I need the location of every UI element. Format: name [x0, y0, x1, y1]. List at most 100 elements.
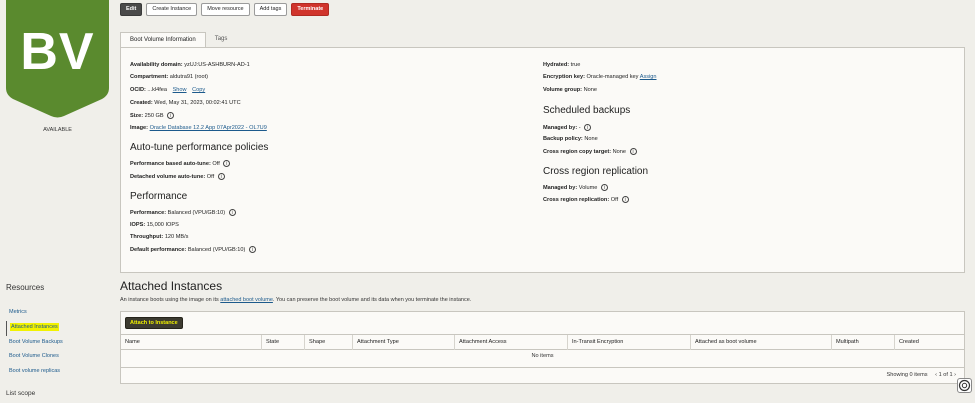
column-header-shape[interactable]: Shape	[304, 335, 352, 350]
field-label: Performance:	[130, 209, 167, 216]
field-label: Volume group:	[543, 87, 583, 93]
attach-to-instance-button[interactable]: Attach to Instance	[125, 317, 183, 329]
description-text: An instance boots using the image on its	[120, 297, 219, 303]
hydrated-row: Hydrated: true	[543, 62, 580, 68]
compartment-row: Compartment: aldutra91 (root)	[130, 74, 208, 80]
showing-items-count: Showing 0 items	[886, 372, 928, 378]
hydrated-value: true	[570, 62, 581, 68]
move-resource-button[interactable]: Move resource	[201, 3, 250, 16]
resource-item-label: Boot Volume Clones	[9, 353, 59, 360]
terminate-button[interactable]: Terminate	[291, 3, 330, 16]
resources-title: Resources	[6, 283, 45, 292]
ocid-show-link[interactable]: Show	[173, 87, 187, 93]
field-label: IOPS:	[130, 222, 146, 228]
replication-managed-by-value: Volume	[578, 184, 598, 191]
resource-item-metrics[interactable]: Metrics	[6, 306, 106, 321]
availability-domain-row: Availability domain: yzUJ:US-ASHBURN-AD-…	[130, 62, 250, 68]
resource-item-boot-volume-replicas[interactable]: Boot volume replicas	[6, 365, 106, 380]
cross-region-replication-row: Cross region replication: Off i	[543, 196, 629, 203]
resource-item-label: Attached Instances	[10, 322, 59, 331]
chevron-left-icon[interactable]: ‹	[935, 372, 937, 378]
column-header-state[interactable]: State	[261, 335, 304, 350]
autotune-title: Auto-tune performance policies	[130, 142, 269, 153]
tab-boot-volume-information[interactable]: Boot Volume Information	[120, 32, 206, 47]
resources-list: Metrics Attached Instances Boot Volume B…	[6, 306, 106, 380]
column-header-multipath[interactable]: Multipath	[831, 335, 894, 350]
resource-item-boot-volume-backups[interactable]: Boot Volume Backups	[6, 336, 106, 351]
field-label: Hydrated:	[543, 62, 570, 68]
default-performance-row: Default performance: Balanced (VPU/GB:10…	[130, 246, 256, 253]
field-label: Created:	[130, 100, 153, 106]
attached-instances-panel: Attach to Instance Name State Shape Atta…	[120, 311, 965, 384]
info-icon[interactable]: i	[217, 173, 225, 180]
info-icon[interactable]: i	[167, 112, 175, 119]
boot-volume-info-panel: Availability domain: yzUJ:US-ASHBURN-AD-…	[120, 47, 965, 273]
created-value: Wed, May 31, 2023, 00:02:41 UTC	[154, 100, 241, 106]
performance-value: Balanced (VPU/GB:10)	[167, 209, 226, 216]
resource-item-attached-instances[interactable]: Attached Instances	[6, 320, 106, 336]
size-value: 250 GB	[144, 112, 164, 119]
resource-item-boot-volume-clones[interactable]: Boot Volume Clones	[6, 350, 106, 365]
table-header: Name State Shape Attachment Type Attachm…	[121, 334, 964, 350]
field-label: Cross region copy target:	[543, 148, 612, 155]
resource-item-label: Metrics	[9, 309, 27, 315]
field-label: Managed by:	[543, 124, 578, 131]
chevron-right-icon[interactable]: ›	[954, 372, 956, 378]
default-performance-value: Balanced (VPU/GB:10)	[187, 246, 246, 253]
cross-region-replication-value: Off	[610, 196, 619, 203]
attached-boot-volume-link[interactable]: attached boot volume	[220, 297, 273, 303]
field-label: Default performance:	[130, 246, 187, 253]
column-header-created[interactable]: Created	[894, 335, 964, 350]
help-lifebuoy-icon[interactable]	[957, 378, 972, 393]
volume-badge: BV	[6, 0, 109, 118]
column-header-attachment-type[interactable]: Attachment Type	[352, 335, 454, 350]
edit-button[interactable]: Edit	[120, 3, 143, 16]
column-header-name[interactable]: Name	[121, 335, 261, 350]
tab-tags[interactable]: Tags	[206, 32, 237, 47]
created-row: Created: Wed, May 31, 2023, 00:02:41 UTC	[130, 100, 241, 106]
backup-policy-row: Backup policy: None	[543, 136, 598, 142]
volume-group-value: None	[583, 87, 597, 93]
add-tags-button[interactable]: Add tags	[253, 3, 288, 16]
info-icon[interactable]: i	[248, 246, 256, 253]
ocid-value: ...kl4fea	[147, 87, 168, 93]
column-header-in-transit-encryption[interactable]: In-Transit Encryption	[567, 335, 690, 350]
field-label: Image:	[130, 125, 149, 131]
field-label: Availability domain:	[130, 62, 183, 68]
scheduled-managed-by-value: -	[578, 124, 581, 131]
performance-title: Performance	[130, 191, 188, 202]
field-label: Encryption key:	[543, 74, 585, 80]
performance-row: Performance: Balanced (VPU/GB:10) i	[130, 209, 236, 216]
ocid-copy-link[interactable]: Copy	[192, 87, 205, 93]
volume-group-row: Volume group: None	[543, 87, 597, 93]
info-icon[interactable]: i	[601, 184, 608, 191]
info-icon[interactable]: i	[621, 196, 629, 203]
info-icon[interactable]: i	[629, 148, 637, 155]
assign-key-link[interactable]: Assign	[640, 74, 657, 80]
info-icon[interactable]: i	[223, 160, 231, 167]
page-indicator: 1 of 1	[938, 372, 953, 378]
detached-autotune-value: Off	[206, 173, 215, 180]
scheduled-backups-title: Scheduled backups	[543, 105, 631, 116]
encryption-value: Oracle-managed key	[586, 74, 639, 80]
field-label: Throughput:	[130, 234, 164, 240]
column-header-attached-as-boot-volume[interactable]: Attached as boot volume	[690, 335, 831, 350]
list-scope-title: List scope	[6, 390, 36, 397]
size-row: Size: 250 GB i	[130, 112, 175, 119]
create-instance-button[interactable]: Create Instance	[146, 3, 198, 16]
cross-region-replication-title: Cross region replication	[543, 166, 649, 177]
info-tabs: Boot Volume Information Tags	[120, 32, 236, 47]
field-label: Performance based auto-tune:	[130, 160, 211, 167]
image-link[interactable]: Oracle Database 12.2 App 07Apr2022 - OL7…	[150, 125, 267, 131]
image-row: Image: Oracle Database 12.2 App 07Apr202…	[130, 125, 267, 131]
field-label: Compartment:	[130, 74, 169, 80]
attached-instances-description: An instance boots using the image on its…	[120, 297, 471, 303]
field-label: Managed by:	[543, 184, 578, 191]
ocid-row: OCID: ...kl4fea Show Copy	[130, 87, 205, 93]
empty-table-message: No items	[531, 353, 554, 359]
column-header-attachment-access[interactable]: Attachment Access	[454, 335, 567, 350]
perf-based-autotune-value: Off	[212, 160, 220, 167]
backup-policy-value: None	[584, 136, 598, 142]
info-icon[interactable]: i	[584, 124, 592, 131]
info-icon[interactable]: i	[228, 209, 236, 216]
